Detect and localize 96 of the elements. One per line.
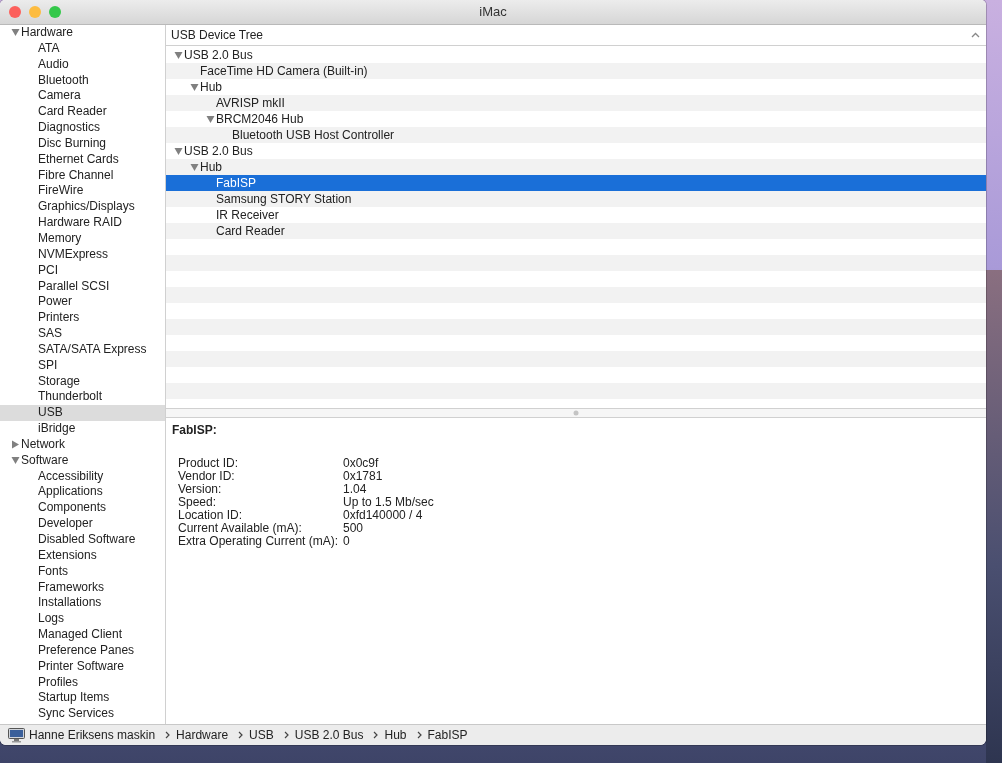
- tree-row[interactable]: Bluetooth USB Host Controller: [166, 127, 986, 143]
- sidebar-item[interactable]: Graphics/Displays: [0, 199, 165, 216]
- field-value: 500: [343, 522, 365, 535]
- tree-row[interactable]: IR Receiver: [166, 207, 986, 223]
- details-title: FabISP:: [172, 422, 218, 439]
- field-value: 1.04: [343, 483, 368, 496]
- expanded-triangle-icon[interactable]: [190, 162, 199, 172]
- sidebar-group[interactable]: Network: [0, 436, 165, 453]
- sidebar-item[interactable]: iBridge: [0, 421, 165, 437]
- sidebar-item[interactable]: NVMExpress: [0, 246, 165, 263]
- sidebar-item[interactable]: Preference Panes: [0, 642, 165, 659]
- field-label: Version:: [178, 483, 223, 496]
- sort-caret-icon[interactable]: [971, 32, 980, 38]
- expanded-triangle-icon[interactable]: [174, 50, 183, 60]
- field-label: Current Available (mA):: [178, 522, 303, 535]
- chevron-icon: [238, 731, 244, 739]
- column-header[interactable]: USB Device Tree: [171, 26, 264, 44]
- sidebar-item[interactable]: Memory: [0, 230, 165, 247]
- field-label: Speed:: [178, 496, 218, 509]
- field-value: 0: [343, 535, 351, 548]
- sidebar-item[interactable]: PCI: [0, 262, 165, 279]
- tree-row[interactable]: Samsung STORY Station: [166, 191, 986, 207]
- tree-row[interactable]: Hub: [166, 79, 986, 95]
- sidebar-item[interactable]: Fonts: [0, 563, 165, 580]
- field-label: Vendor ID:: [178, 470, 236, 483]
- sidebar-item[interactable]: Profiles: [0, 674, 165, 691]
- sidebar-item[interactable]: Ethernet Cards: [0, 151, 165, 168]
- path-item[interactable]: Hanne Eriksens maskin: [29, 726, 156, 744]
- field-label: Extra Operating Current (mA):: [178, 535, 340, 548]
- path-item[interactable]: Hardware: [176, 726, 229, 744]
- sidebar-item[interactable]: Parallel SCSI: [0, 278, 165, 295]
- expanded-triangle-icon[interactable]: [190, 82, 199, 92]
- field-label: Location ID:: [178, 509, 244, 522]
- sidebar-item[interactable]: Printers: [0, 310, 165, 327]
- expanded-triangle-icon[interactable]: [206, 114, 215, 124]
- tree-row[interactable]: USB 2.0 Bus: [166, 143, 986, 159]
- drag-handle-icon[interactable]: [573, 410, 579, 416]
- sidebar-item[interactable]: Disc Burning: [0, 135, 165, 152]
- sidebar-item[interactable]: Audio: [0, 56, 165, 73]
- path-item[interactable]: Hub: [384, 726, 407, 744]
- sidebar-item[interactable]: Logs: [0, 611, 165, 628]
- tree-row[interactable]: BRCM2046 Hub: [166, 111, 986, 127]
- sidebar-item[interactable]: SAS: [0, 326, 165, 342]
- sidebar-item[interactable]: Bluetooth: [0, 72, 165, 89]
- sidebar-item[interactable]: Diagnostics: [0, 120, 165, 136]
- sidebar-item[interactable]: FireWire: [0, 183, 165, 200]
- tree-row[interactable]: FaceTime HD Camera (Built-in): [166, 63, 986, 79]
- sidebar-item[interactable]: Card Reader: [0, 104, 165, 121]
- chevron-icon: [416, 731, 422, 739]
- path-item[interactable]: USB 2.0 Bus: [294, 726, 364, 744]
- window-title: iMac: [479, 3, 507, 22]
- tree-row[interactable]: Hub: [166, 159, 986, 175]
- chevron-icon: [283, 731, 289, 739]
- sidebar-item[interactable]: Installations: [0, 595, 165, 612]
- field-value: 0x0c9f: [343, 457, 380, 470]
- sidebar-item[interactable]: Developer: [0, 516, 165, 532]
- tree-row[interactable]: USB 2.0 Bus: [166, 47, 986, 63]
- sidebar-item[interactable]: Storage: [0, 373, 165, 390]
- sidebar-group[interactable]: Hardware: [0, 25, 165, 41]
- expanded-triangle-icon[interactable]: [11, 28, 20, 38]
- collapsed-triangle-icon[interactable]: [11, 440, 20, 450]
- sidebar-item[interactable]: SPI: [0, 357, 165, 374]
- tree-row[interactable]: FabISP: [166, 175, 986, 191]
- sidebar-group[interactable]: Software: [0, 452, 165, 469]
- sidebar-item[interactable]: Applications: [0, 484, 165, 501]
- computer-icon: [8, 727, 25, 743]
- field-value: 0xfd140000 / 4: [343, 509, 424, 522]
- sidebar-item[interactable]: Fibre Channel: [0, 167, 165, 184]
- expanded-triangle-icon[interactable]: [11, 456, 20, 466]
- sidebar-item[interactable]: ATA: [0, 40, 165, 57]
- sidebar-item[interactable]: Thunderbolt: [0, 389, 165, 406]
- chevron-icon: [373, 731, 379, 739]
- sidebar-item[interactable]: Extensions: [0, 547, 165, 564]
- tree-row[interactable]: Card Reader: [166, 223, 986, 239]
- sidebar-item[interactable]: Hardware RAID: [0, 215, 165, 231]
- expanded-triangle-icon[interactable]: [174, 146, 183, 156]
- sidebar-item[interactable]: SATA/SATA Express: [0, 341, 165, 358]
- sidebar-item[interactable]: Accessibility: [0, 468, 165, 485]
- sidebar-item[interactable]: Frameworks: [0, 579, 165, 596]
- sidebar-item[interactable]: USB: [0, 405, 165, 422]
- sidebar-item[interactable]: Power: [0, 294, 165, 311]
- sidebar-item[interactable]: Printer Software: [0, 658, 165, 675]
- chevron-icon: [165, 731, 171, 739]
- path-item[interactable]: FabISP: [427, 726, 468, 744]
- sidebar-item[interactable]: Managed Client: [0, 627, 165, 643]
- sidebar-item[interactable]: Sync Services: [0, 706, 165, 723]
- tree-row[interactable]: AVRISP mkII: [166, 95, 986, 111]
- sidebar-item[interactable]: Disabled Software: [0, 532, 165, 548]
- field-value: 0x1781: [343, 470, 384, 483]
- field-value: Up to 1.5 Mb/sec: [343, 496, 435, 509]
- sidebar-item[interactable]: Startup Items: [0, 690, 165, 707]
- path-item[interactable]: USB: [249, 726, 274, 744]
- sidebar-item[interactable]: Components: [0, 500, 165, 517]
- sidebar-item[interactable]: Camera: [0, 88, 165, 105]
- close-button[interactable]: [9, 6, 21, 18]
- field-label: Product ID:: [178, 457, 240, 470]
